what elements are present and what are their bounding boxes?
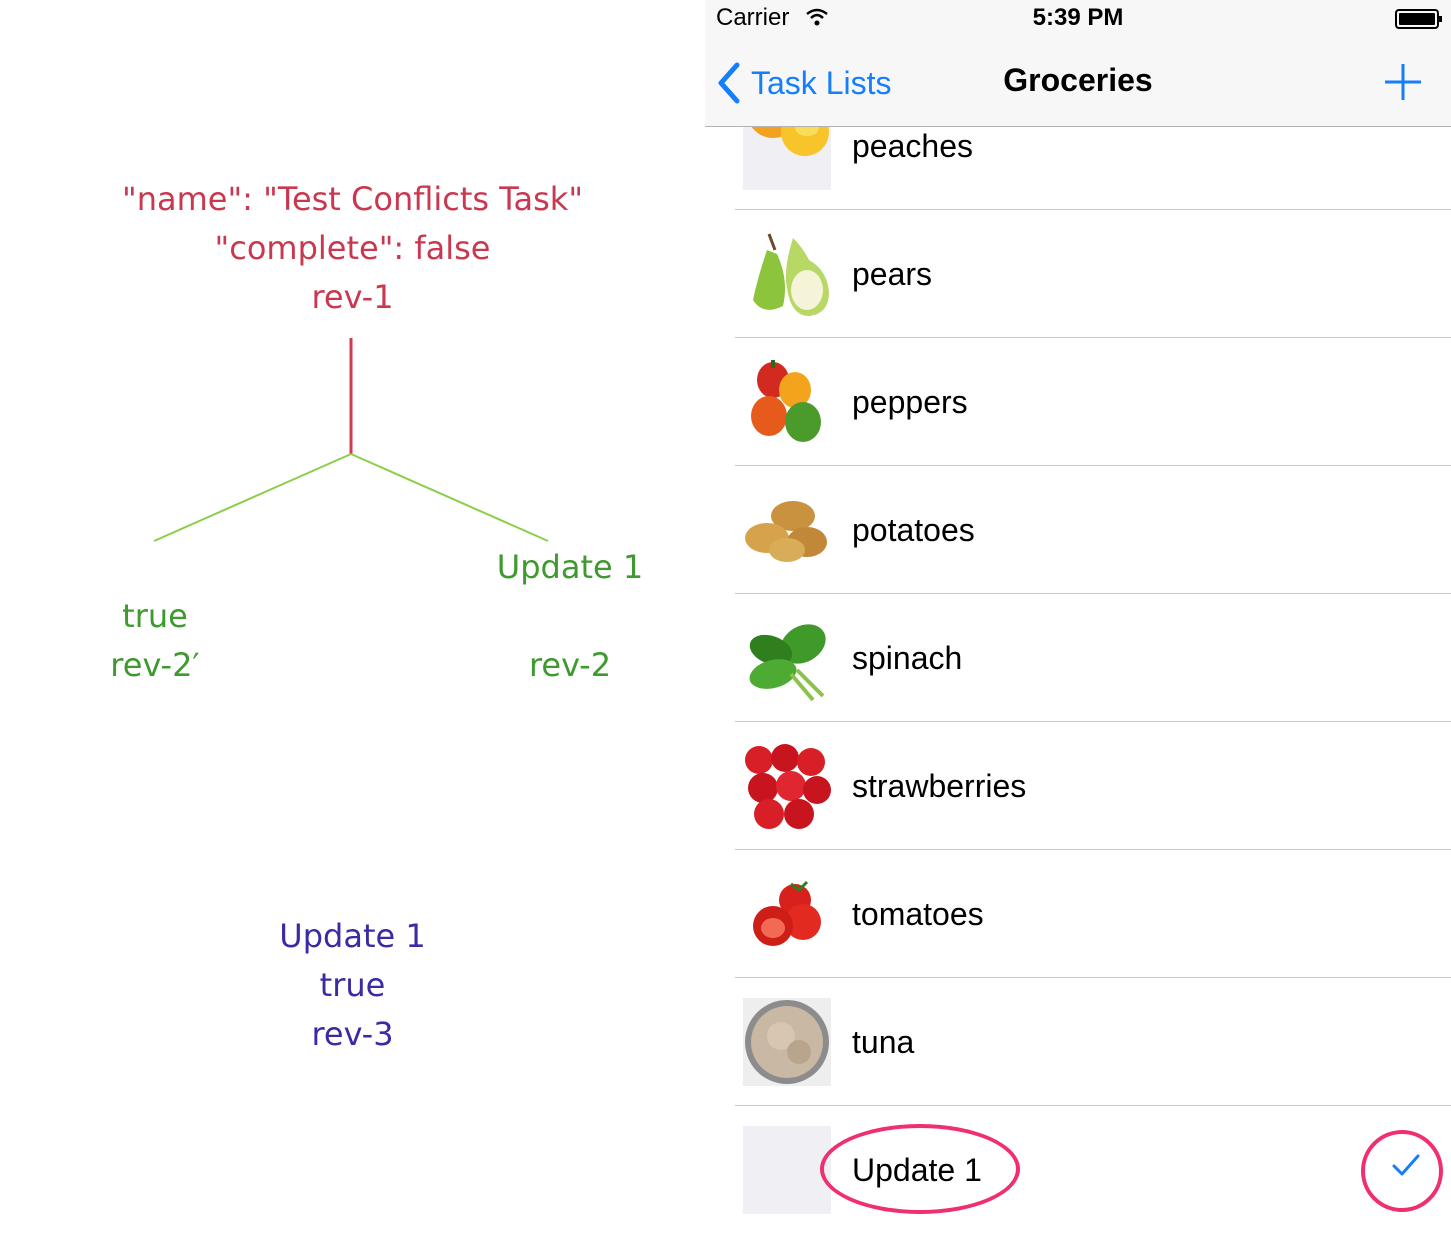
right-branch-rev-label: rev-2 — [528, 646, 612, 684]
tuna-photo — [743, 998, 831, 1086]
status-bar: Carrier 5:39 PM — [705, 0, 1451, 40]
root-rev-label: rev-1 — [311, 278, 394, 316]
task-name: pears — [852, 256, 933, 292]
task-row-update-1[interactable]: Update 1 — [705, 1106, 1451, 1234]
checkmark-highlight-circle — [1361, 1130, 1443, 1212]
root-name-label: "name": "Test Conflicts Task" — [121, 180, 584, 218]
task-list[interactable]: peaches pears peppers potatoes spinach s… — [705, 82, 1451, 1234]
navigation-bar: Task Lists Groceries — [705, 40, 1451, 127]
phone-screen: peaches pears peppers potatoes spinach s… — [705, 0, 1451, 1234]
task-row-spinach[interactable]: spinach — [705, 594, 1451, 722]
right-branch-line — [350, 453, 549, 542]
clock-label: 5:39 PM — [1032, 4, 1124, 31]
task-row-potatoes[interactable]: potatoes — [705, 466, 1451, 594]
left-branch-rev-label: rev-2′ — [110, 646, 200, 684]
peppers-photo — [743, 358, 831, 446]
tomatoes-photo — [743, 870, 831, 958]
potatoes-photo — [743, 486, 831, 574]
page-title: Groceries — [1003, 62, 1153, 98]
merged-name-label: Update 1 — [279, 917, 426, 955]
empty-image-placeholder — [743, 1126, 831, 1214]
task-name: tuna — [852, 1024, 915, 1060]
spinach-photo — [743, 614, 831, 702]
root-complete-label: "complete": false — [214, 229, 491, 267]
task-row-tuna[interactable]: tuna — [705, 978, 1451, 1106]
task-name-highlight-circle — [820, 1124, 1020, 1214]
task-row-strawberries[interactable]: strawberries — [705, 722, 1451, 850]
task-row-pears[interactable]: pears — [705, 210, 1451, 338]
merged-value-label: true — [319, 966, 386, 1004]
merged-rev-label: rev-3 — [311, 1015, 394, 1053]
pears-photo — [743, 230, 831, 318]
task-name: peaches — [852, 128, 973, 164]
left-branch-line — [153, 453, 352, 542]
task-name: potatoes — [852, 512, 975, 548]
task-row-peppers[interactable]: peppers — [705, 338, 1451, 466]
left-branch-value-label: true — [122, 597, 188, 635]
task-name: tomatoes — [852, 896, 984, 932]
plus-icon[interactable] — [1383, 62, 1423, 102]
task-name: peppers — [852, 384, 968, 420]
right-branch-name-label: Update 1 — [496, 548, 644, 586]
battery-icon — [1395, 9, 1442, 29]
task-name: strawberries — [852, 768, 1027, 804]
strawberries-photo — [743, 742, 831, 830]
task-name: spinach — [852, 640, 963, 676]
task-row-tomatoes[interactable]: tomatoes — [705, 850, 1451, 978]
revision-tree-diagram: "name": "Test Conflicts Task" "complete"… — [0, 0, 705, 1234]
